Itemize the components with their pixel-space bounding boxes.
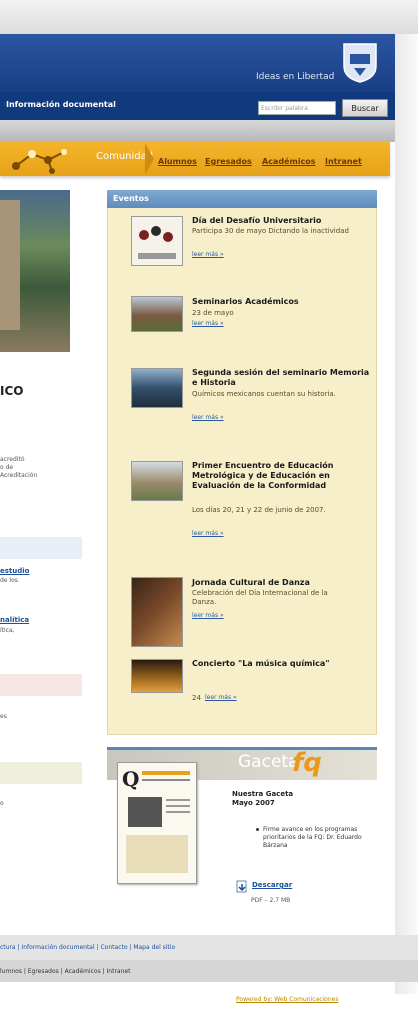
event-read-more[interactable]: leer más »: [192, 414, 224, 421]
gaceta-issue-title: Nuestra Gaceta Mayo 2007: [232, 790, 294, 807]
gaceta-title: Gaceta: [238, 752, 299, 772]
cover-q-letter: Q: [122, 767, 140, 791]
cover-photo: [128, 797, 162, 827]
gaceta-file-info: PDF – 2.7 MB: [251, 897, 291, 904]
left-text-3: es: [0, 713, 7, 720]
event-thumb-danza[interactable]: [131, 577, 183, 647]
event-desc: Químicos mexicanos cuentan su historia.: [192, 390, 336, 398]
event-read-more[interactable]: leer más »: [192, 251, 224, 258]
footer-community-links[interactable]: lumnos | Egresados | Académicos | Intran…: [0, 968, 130, 975]
cover-line: [166, 811, 190, 813]
event-title[interactable]: Concierto "La música química": [192, 659, 342, 669]
events-count: 24: [192, 694, 201, 702]
event-read-more[interactable]: leer más »: [192, 320, 224, 327]
left-text-4: o: [0, 800, 4, 807]
search-button[interactable]: Buscar: [342, 99, 388, 117]
event-title[interactable]: Jornada Cultural de Danza: [192, 578, 372, 588]
left-paragraph-1: acreditó: [0, 456, 25, 463]
gaceta-download-link[interactable]: Descargar: [252, 881, 292, 889]
event-desc: Los días 20, 21 y 22 de junio de 2007.: [192, 506, 326, 514]
event-title[interactable]: Segunda sesión del seminario Memoria e H…: [192, 368, 372, 388]
university-shield-icon: [340, 40, 380, 84]
event-title[interactable]: Día del Desafío Universitario: [192, 216, 372, 226]
download-icon[interactable]: [236, 878, 249, 893]
event-title[interactable]: Seminarios Académicos: [192, 297, 372, 307]
logo-slogan: Ideas en Libertad: [256, 72, 335, 82]
gaceta-bullet: Firme avance en los programas prioritari…: [263, 826, 362, 849]
cover-block: [126, 835, 188, 873]
cover-line: [166, 799, 190, 801]
left-link-estudio-sub: de los: [0, 577, 18, 584]
browser-top-bar: [0, 0, 418, 34]
left-paragraph-3: Acreditación: [0, 472, 38, 479]
event-read-more[interactable]: leer más »: [192, 612, 224, 619]
bullet-dot: [256, 828, 259, 831]
tab-intranet[interactable]: Intranet: [325, 157, 362, 166]
left-link-estudio[interactable]: estudio: [0, 567, 29, 575]
left-link-analitica[interactable]: nalítica: [0, 616, 29, 624]
left-box-pink: [0, 674, 82, 696]
events-read-more[interactable]: leer más »: [205, 694, 237, 701]
molecule-icon: [8, 144, 70, 174]
cover-line: [166, 805, 190, 807]
search-input[interactable]: Escribir palabra: [258, 101, 336, 115]
event-read-more[interactable]: leer más »: [192, 530, 224, 537]
event-thumb-seminarios[interactable]: [131, 296, 183, 332]
campus-tower: [0, 200, 20, 330]
left-box-blue: [0, 537, 82, 559]
tab-academicos[interactable]: Académicos: [262, 157, 316, 166]
left-paragraph-2: o de: [0, 464, 14, 471]
events-header: Eventos: [107, 190, 377, 208]
cover-line: [142, 779, 190, 781]
page-shadow: [395, 34, 418, 994]
gaceta-fq-logo: fq: [292, 748, 322, 778]
left-heading: ICO: [0, 384, 24, 398]
nav-info-documental[interactable]: Información documental: [6, 100, 116, 109]
footer-links[interactable]: ctura | Información documental | Contact…: [0, 944, 175, 951]
event-thumb-encuentro[interactable]: [131, 461, 183, 501]
site-header: [0, 34, 395, 92]
event-desc: Participa 30 de mayo Dictando la inactiv…: [192, 227, 349, 235]
event-desc: 23 de mayo: [192, 309, 234, 317]
gaceta-cover[interactable]: Q: [117, 762, 197, 884]
event-thumb-memoria[interactable]: [131, 368, 183, 408]
tab-egresados[interactable]: Egresados: [205, 157, 252, 166]
left-link-analitica-sub: ítica,: [0, 627, 15, 634]
event-title[interactable]: Primer Encuentro de Educación Metrológic…: [192, 461, 372, 491]
header-divider: [0, 120, 395, 142]
event-thumb-concierto[interactable]: [131, 659, 183, 693]
cover-stripe: [142, 771, 190, 775]
tab-separator: [145, 143, 154, 175]
event-desc: Celebración del Día Internacional de la …: [192, 589, 328, 606]
powered-by-link[interactable]: Powered by: Web Comunicaciones: [236, 996, 338, 1003]
left-box-green: [0, 762, 82, 784]
event-thumb-desafio[interactable]: [131, 216, 183, 266]
tab-alumnos[interactable]: Alumnos: [158, 157, 197, 166]
